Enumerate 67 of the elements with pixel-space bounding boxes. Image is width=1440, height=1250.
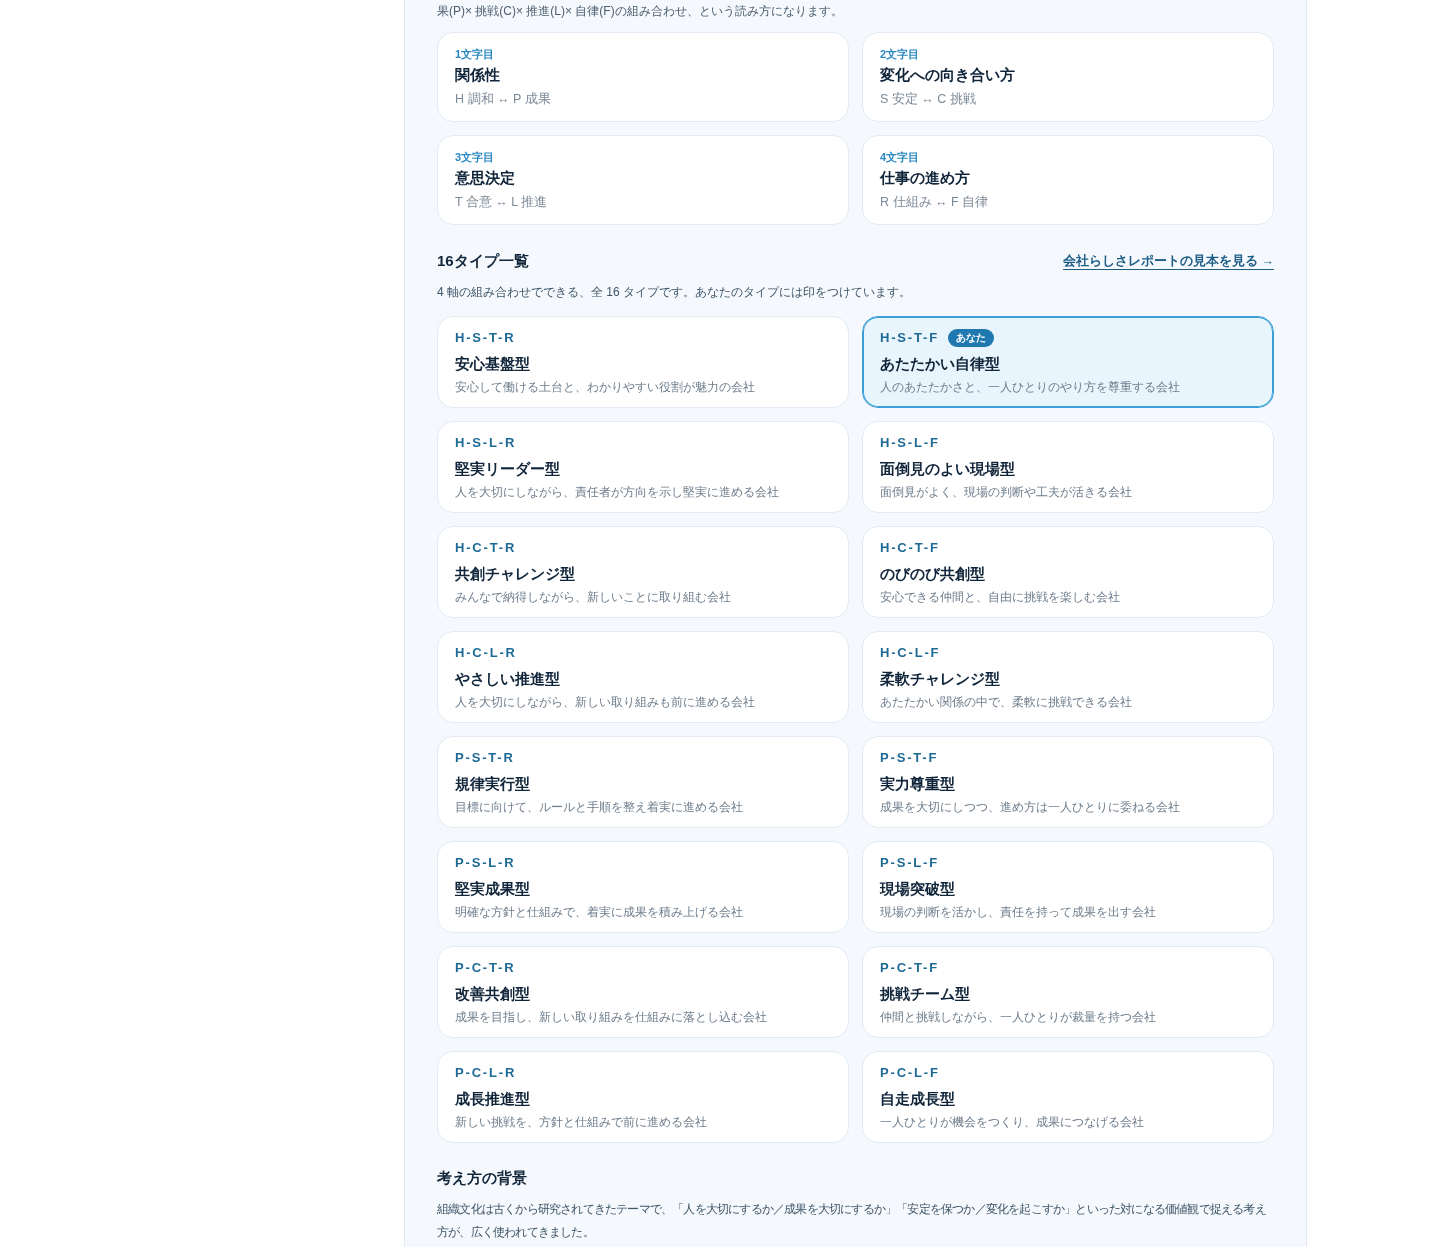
type-name: 挑戦チーム型 xyxy=(880,984,971,1004)
type-code: H-C-L-F xyxy=(880,645,941,661)
type-code: H-S-T-R xyxy=(455,330,516,346)
axis-name: 変化への向き合い方 xyxy=(880,65,1016,85)
type-name: 堅実リーダー型 xyxy=(455,459,561,479)
type-code: H-S-L-R xyxy=(455,435,517,451)
axis-name: 意思決定 xyxy=(455,168,516,188)
type-code: P-C-L-R xyxy=(455,1065,517,1081)
type-name: 現場突破型 xyxy=(880,879,956,899)
type-description: 仲間と挑戦しながら、一人ひとりが裁量を持つ会社 xyxy=(880,1009,1157,1026)
axis-position: 2文字目 xyxy=(880,47,921,62)
type-name: 面倒見のよい現場型 xyxy=(880,459,1016,479)
type-code: P-C-T-F xyxy=(880,960,939,976)
background-title: 考え方の背景 xyxy=(437,1168,528,1188)
type-description: 明確な方針と仕組みで、着実に成果を積み上げる会社 xyxy=(455,904,744,921)
you-badge: あなた xyxy=(947,329,994,347)
type-name: 成長推進型 xyxy=(455,1089,531,1109)
type-description: 安心できる仲間と、自由に挑戦を楽しむ会社 xyxy=(880,589,1121,606)
type-description: 安心して働ける土台と、わかりやすい役割が魅力の会社 xyxy=(455,379,756,396)
axis-name: 関係性 xyxy=(455,65,501,85)
axis-position: 1文字目 xyxy=(455,47,496,62)
type-name: 改善共創型 xyxy=(455,984,531,1004)
type-name: 規律実行型 xyxy=(455,774,531,794)
type-description: 面倒見がよく、現場の判断や工夫が活きる会社 xyxy=(880,484,1133,501)
type-code: P-S-T-F xyxy=(880,750,939,766)
type-description: あたたかい関係の中で、柔軟に挑戦できる会社 xyxy=(880,694,1133,711)
type-description: 成果を大切にしつつ、進め方は一人ひとりに委ねる会社 xyxy=(880,799,1181,816)
axis-poles: H 調和 ↔ P 成果 xyxy=(455,91,552,108)
type-description: 目標に向けて、ルールと手順を整え着実に進める会社 xyxy=(455,799,744,816)
type-code: P-S-T-R xyxy=(455,750,515,766)
type-description: みんなで納得しながら、新しいことに取り組む会社 xyxy=(455,589,732,606)
type-name: やさしい推進型 xyxy=(455,669,561,689)
axis-name: 仕事の進め方 xyxy=(880,168,971,188)
axis-position: 4文字目 xyxy=(880,150,921,165)
type-code: H-C-T-R xyxy=(455,540,517,556)
type-description: 人を大切にしながら、責任者が方向を示し堅実に進める会社 xyxy=(455,484,780,501)
type-code: P-S-L-F xyxy=(880,855,939,871)
type-code: H-S-T-F xyxy=(880,330,939,346)
type-description: 現場の判断を活かし、責任を持って成果を出す会社 xyxy=(880,904,1157,921)
type-code: P-C-L-F xyxy=(880,1065,940,1081)
type-code: P-S-L-R xyxy=(455,855,516,871)
type-description: 人を大切にしながら、新しい取り組みも前に進める会社 xyxy=(455,694,756,711)
type-name: 共創チャレンジ型 xyxy=(455,564,576,584)
type-code: P-C-T-R xyxy=(455,960,516,976)
type-name: 自走成長型 xyxy=(880,1089,956,1109)
type-description: 成果を目指し、新しい取り組みを仕組みに落とし込む会社 xyxy=(455,1009,768,1026)
type-description: 一人ひとりが機会をつくり、成果につなげる会社 xyxy=(880,1114,1145,1131)
type-name: 柔軟チャレンジ型 xyxy=(880,669,1001,689)
type-name: 安心基盤型 xyxy=(455,354,531,374)
type-name: 堅実成果型 xyxy=(455,879,531,899)
type-name: のびのび共創型 xyxy=(880,564,986,584)
type-code: H-S-L-F xyxy=(880,435,940,451)
sample-report-link[interactable]: 会社らしさレポートの見本を見る → xyxy=(1063,252,1274,270)
type-code: H-C-L-R xyxy=(455,645,517,661)
section-description: 4 軸の組み合わせでできる、全 16 タイプです。あなたのタイプには印をつけています。 xyxy=(437,284,913,301)
type-description: 人のあたたかさと、一人ひとりのやり方を尊重する会社 xyxy=(880,379,1181,396)
section-title: 16タイプ一覧 xyxy=(437,251,529,271)
type-name: 実力尊重型 xyxy=(880,774,956,794)
background-text: 組織文化は古くから研究されてきたテーマで、「人を大切にするか／成果を大切にするか」「安定を保つか／変化を起こすか」といった対になる価値観で捉える考え方が、広く使われてきました。 xyxy=(437,1201,1267,1241)
type-description: 新しい挑戦を、方針と仕組みで前に進める会社 xyxy=(455,1114,708,1131)
intro-text: 果(P)× 挑戦(C)× 推進(L)× 自律(F)の組み合わせ、という読み方になります。 xyxy=(437,3,844,20)
axis-poles: R 仕組み ↔ F 自律 xyxy=(880,194,990,211)
axis-position: 3文字目 xyxy=(455,150,496,165)
axis-poles: S 安定 ↔ C 挑戦 xyxy=(880,91,977,108)
type-code: H-C-T-F xyxy=(880,540,940,556)
type-name: あたたかい自律型 xyxy=(880,354,1001,374)
axis-poles: T 合意 ↔ L 推進 xyxy=(455,194,549,211)
